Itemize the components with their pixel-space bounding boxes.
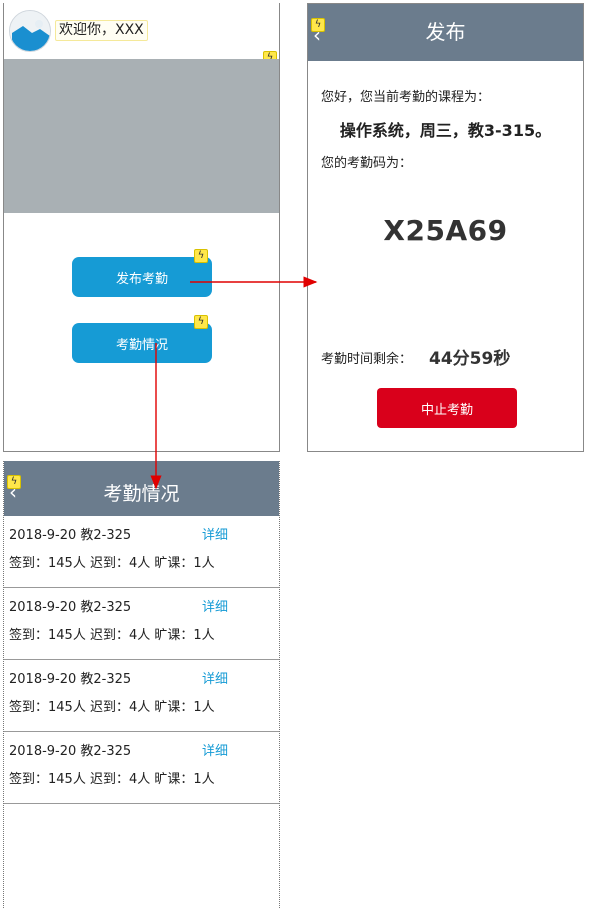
lightning-flag-icon: ϟ [311,18,325,32]
greeting-text: 您好，您当前考勤的课程为： [321,90,491,105]
code-label: 您的考勤码为： [321,156,413,171]
home-header: 欢迎你，XXX [4,3,279,59]
stats-text: 签到：145人 迟到：4人 旷课：1人 [9,772,215,787]
list-topbar: ‹ 考勤情况 [4,461,279,516]
page-title: 发布 [425,20,466,44]
detail-link[interactable]: 详细 [202,596,228,615]
detail-link[interactable]: 详细 [202,740,228,759]
banner-image [4,59,279,213]
welcome-text: 欢迎你，XXX [55,20,148,41]
list-item: 2018-9-20 教2-325 详细 签到：145人 迟到：4人 旷课：1人 [4,516,279,588]
home-screen: 欢迎你，XXX ϟ 发布考勤 ϟ 考勤情况 ϟ [3,3,280,452]
detail-link[interactable]: 详细 [202,524,228,543]
stats-text: 签到：145人 迟到：4人 旷课：1人 [9,556,215,571]
list-item: 2018-9-20 教2-325 详细 签到：145人 迟到：4人 旷课：1人 [4,732,279,804]
publish-screen: ‹ 发布 ϟ 您好，您当前考勤的课程为： 操作系统，周三，教3-315。 您的考… [307,3,584,452]
date-room-text: 2018-9-20 教2-325 [9,600,132,615]
date-room-text: 2018-9-20 教2-325 [9,528,132,543]
stop-attendance-button[interactable]: 中止考勤 [377,388,517,428]
attendance-status-button[interactable]: 考勤情况 [72,323,212,363]
publish-topbar: ‹ 发布 [308,4,583,61]
list-item: 2018-9-20 教2-325 详细 签到：145人 迟到：4人 旷课：1人 [4,588,279,660]
attendance-code: X25A69 [383,214,508,247]
remaining-time-label: 考勤时间剩余： [321,352,413,367]
avatar-image-icon [10,11,50,51]
lightning-flag-icon: ϟ [7,475,21,489]
date-room-text: 2018-9-20 教2-325 [9,744,132,759]
lightning-flag-icon: ϟ [194,315,208,329]
avatar[interactable] [9,10,51,52]
attendance-list-screen: ‹ 考勤情况 ϟ 2018-9-20 教2-325 详细 签到：145人 迟到：… [3,461,280,908]
list-item: 2018-9-20 教2-325 详细 签到：145人 迟到：4人 旷课：1人 [4,660,279,732]
date-room-text: 2018-9-20 教2-325 [9,672,132,687]
publish-attendance-button[interactable]: 发布考勤 [72,257,212,297]
detail-link[interactable]: 详细 [202,668,228,687]
lightning-flag-icon: ϟ [194,249,208,263]
course-text: 操作系统，周三，教3-315。 [339,121,552,140]
page-title: 考勤情况 [103,483,180,505]
stats-text: 签到：145人 迟到：4人 旷课：1人 [9,628,215,643]
remaining-time-value: 44分59秒 [429,349,511,369]
stats-text: 签到：145人 迟到：4人 旷课：1人 [9,700,215,715]
